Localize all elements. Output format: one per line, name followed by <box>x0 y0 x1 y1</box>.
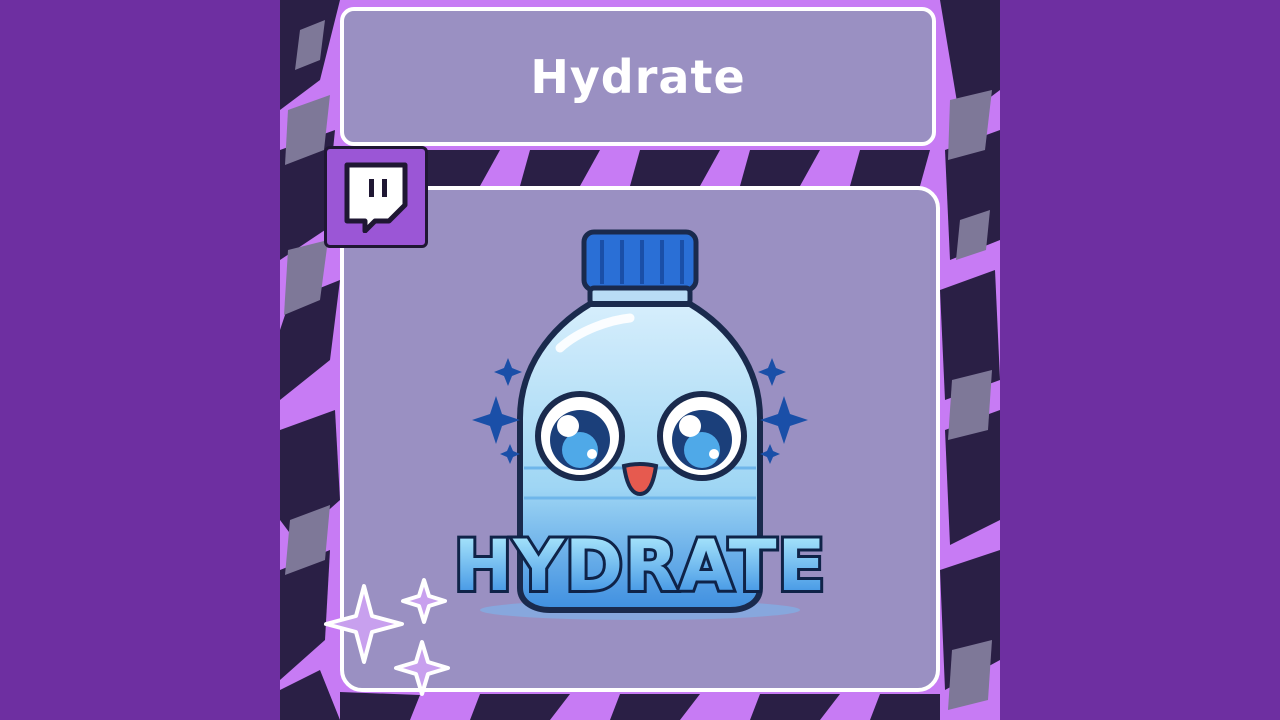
panel: Hydrate HYDRATE <box>280 0 1000 720</box>
title-card: Hydrate <box>340 7 936 146</box>
page-title: Hydrate <box>530 49 746 104</box>
twitch-logo-icon <box>344 162 408 233</box>
background: Hydrate HYDRATE <box>0 0 1280 720</box>
water-bottle-mascot-icon: HYDRATE <box>451 229 828 620</box>
twitch-badge <box>324 146 428 248</box>
mascot-wordmark: HYDRATE <box>454 525 827 607</box>
sparkle-icon <box>324 578 450 696</box>
